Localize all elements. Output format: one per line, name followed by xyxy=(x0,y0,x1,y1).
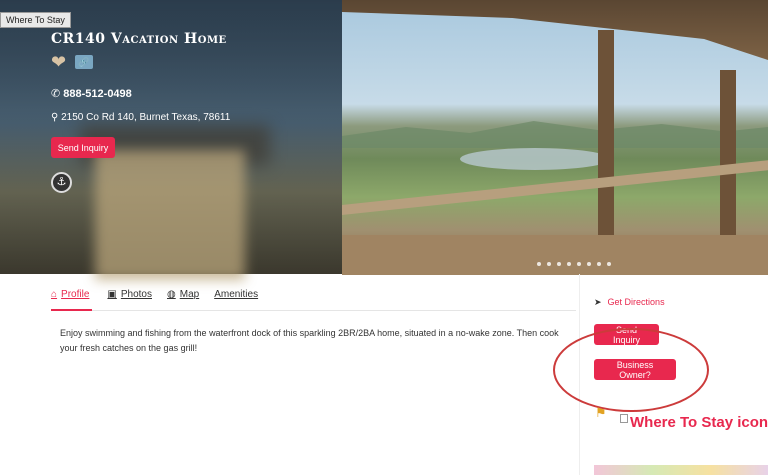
send-inquiry-button[interactable]: Send Inquiry xyxy=(51,137,115,158)
lake xyxy=(460,148,610,170)
tooltip: Where To Stay xyxy=(0,12,71,28)
address: ⚲ 2150 Co Rd 140, Burnet Texas, 78611 xyxy=(51,112,230,123)
tab-map[interactable]: ◍ Map xyxy=(167,289,199,311)
phone-text: 888-512-0498 xyxy=(63,88,132,100)
map-marker-icon: ⚲ xyxy=(51,112,59,123)
link-icon[interactable]: 🔗 xyxy=(75,55,93,69)
image-icon: ▣ xyxy=(107,289,117,300)
sidebar-image xyxy=(594,465,768,475)
get-directions-link[interactable]: ➤ Get Directions xyxy=(594,297,665,308)
home-icon: ⌂ xyxy=(51,289,58,300)
carousel-dots[interactable] xyxy=(537,262,611,266)
tab-label: Profile xyxy=(61,289,90,300)
tab-label: Photos xyxy=(120,289,152,300)
page-title: CR140 Vacation Home xyxy=(51,31,227,47)
profile-tabs: ⌂ Profile ▣ Photos ◍ Map Amenities xyxy=(51,289,576,311)
tab-profile[interactable]: ⌂ Profile xyxy=(51,289,93,311)
broken-image: Where To Stay icon xyxy=(620,414,768,431)
tab-label: Amenities xyxy=(214,289,259,300)
porch-deck xyxy=(342,235,768,275)
tab-amenities[interactable]: Amenities xyxy=(214,289,258,311)
broken-image-alt: Where To Stay icon xyxy=(630,414,768,431)
phone-number[interactable]: ✆ 888-512-0498 xyxy=(51,87,132,100)
where-to-stay-pin-icon: ⚑ xyxy=(595,405,607,420)
listing-description: Enjoy swimming and fishing from the wate… xyxy=(60,328,559,353)
globe-icon: ◍ xyxy=(167,289,176,300)
dock-icon: ⚓ xyxy=(51,172,72,193)
location-arrow-icon: ➤ xyxy=(594,297,602,307)
directions-label: Get Directions xyxy=(607,297,665,307)
phone-icon: ✆ xyxy=(51,88,61,100)
tab-photos[interactable]: ▣ Photos xyxy=(107,289,152,311)
heart-icon[interactable]: ❤ xyxy=(51,53,66,71)
annotation-circle xyxy=(553,328,709,412)
address-text: 2150 Co Rd 140, Burnet Texas, 78611 xyxy=(61,112,231,123)
tab-label: Map xyxy=(179,289,200,300)
